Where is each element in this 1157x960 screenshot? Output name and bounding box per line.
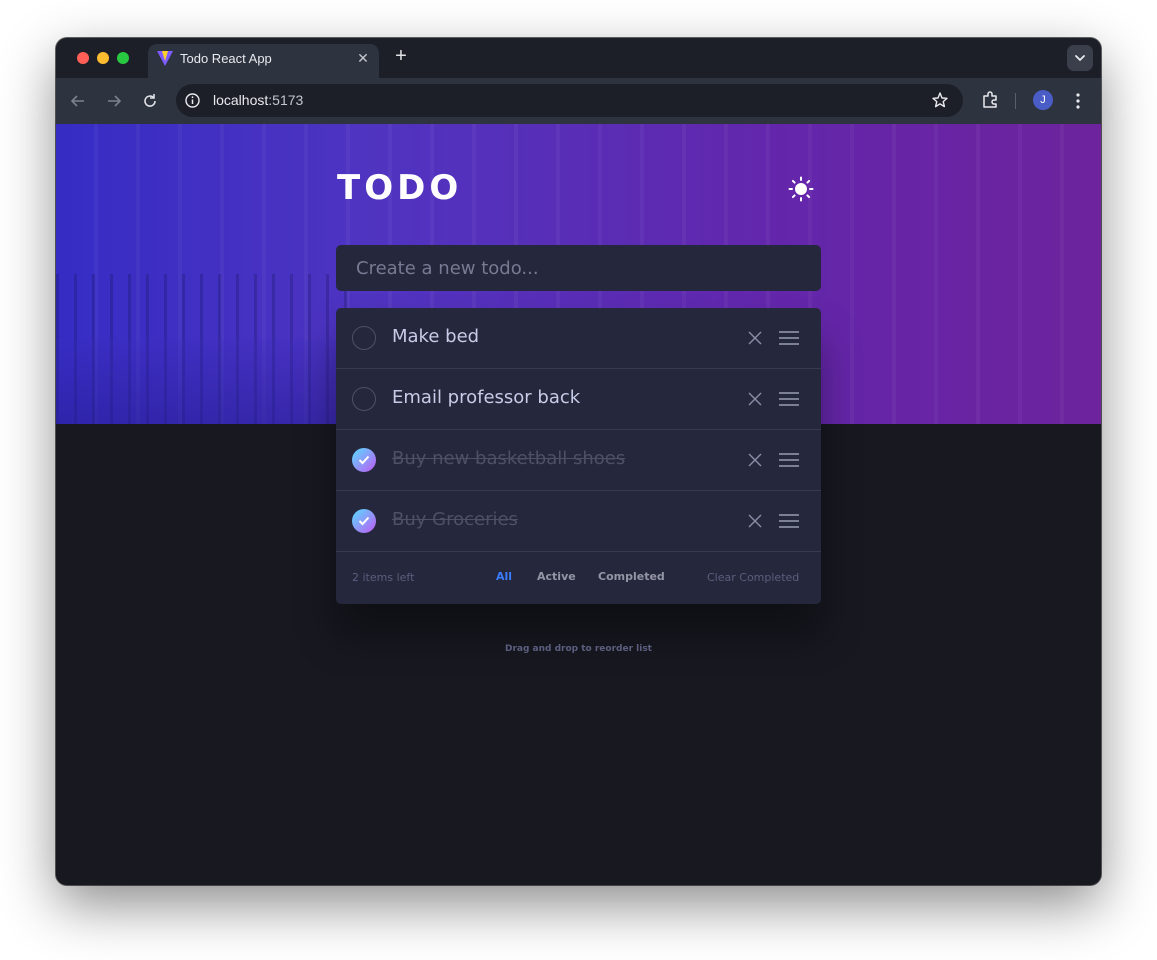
back-icon[interactable] [68, 91, 88, 111]
browser-window: Todo React App ✕ + localhost:5173 J TODO… [56, 38, 1101, 885]
vite-favicon-icon [157, 51, 173, 66]
url-host: localhost [213, 92, 269, 108]
list-footer: 2 items left All Active Completed Clear … [336, 552, 821, 604]
address-bar[interactable]: localhost:5173 [176, 84, 963, 117]
clear-completed-button[interactable]: Clear Completed [707, 571, 799, 584]
todo-checkbox-checked[interactable] [352, 509, 376, 533]
todo-checkbox-checked[interactable] [352, 448, 376, 472]
todo-checkbox[interactable] [352, 387, 376, 411]
todo-text: Make bed [392, 326, 480, 347]
checkmark-icon [358, 455, 370, 465]
todo-text: Email professor back [392, 387, 581, 408]
profile-avatar[interactable]: J [1033, 90, 1053, 110]
checkmark-icon [358, 516, 370, 526]
drag-handle-icon[interactable] [778, 391, 800, 407]
filter-completed-button[interactable]: Completed [598, 570, 665, 583]
chevron-down-icon [1075, 55, 1085, 61]
filter-active-button[interactable]: Active [537, 570, 576, 583]
delete-icon[interactable] [747, 330, 763, 346]
info-icon[interactable] [184, 92, 201, 109]
new-tab-button[interactable]: + [390, 46, 412, 68]
todo-checkbox[interactable] [352, 326, 376, 350]
extensions-icon[interactable] [980, 89, 1000, 109]
delete-icon[interactable] [747, 452, 763, 468]
delete-icon[interactable] [747, 391, 763, 407]
toolbar-divider [1015, 93, 1016, 109]
todo-item[interactable]: Email professor back [336, 369, 821, 430]
drag-handle-icon[interactable] [778, 330, 800, 346]
browser-toolbar: localhost:5173 J [56, 78, 1101, 124]
tab-strip: Todo React App ✕ + [56, 38, 1101, 78]
zoom-window-button[interactable] [117, 52, 129, 64]
browser-tab[interactable]: Todo React App ✕ [148, 44, 379, 78]
todo-item-completed[interactable]: Buy new basketball shoes [336, 430, 821, 491]
sun-icon[interactable] [788, 176, 814, 202]
delete-icon[interactable] [747, 513, 763, 529]
reorder-hint: Drag and drop to reorder list [505, 644, 652, 654]
star-icon[interactable] [931, 91, 949, 109]
todo-text: Buy new basketball shoes [392, 448, 626, 469]
kebab-menu-icon[interactable] [1069, 91, 1087, 111]
url-text[interactable]: localhost:5173 [213, 92, 303, 108]
filter-all-button[interactable]: All [496, 570, 512, 583]
todo-text: Buy Groceries [392, 509, 518, 530]
drag-handle-icon[interactable] [778, 452, 800, 468]
todo-item[interactable]: Make bed [336, 308, 821, 369]
app-title: TODO [337, 168, 463, 208]
items-left-count: 2 items left [352, 571, 415, 584]
page-content: TODO Make bed [56, 124, 1101, 885]
minimize-window-button[interactable] [97, 52, 109, 64]
tab-search-button[interactable] [1067, 45, 1093, 71]
close-window-button[interactable] [77, 52, 89, 64]
reload-icon[interactable] [140, 91, 160, 111]
forward-icon[interactable] [104, 91, 124, 111]
new-todo-input[interactable] [336, 245, 821, 291]
todo-list: Make bed Email professor back Buy new ba… [336, 308, 821, 604]
tab-title: Todo React App [180, 51, 272, 66]
url-port: :5173 [268, 92, 304, 108]
todo-item-completed[interactable]: Buy Groceries [336, 491, 821, 552]
drag-handle-icon[interactable] [778, 513, 800, 529]
tab-close-icon[interactable]: ✕ [355, 50, 371, 66]
